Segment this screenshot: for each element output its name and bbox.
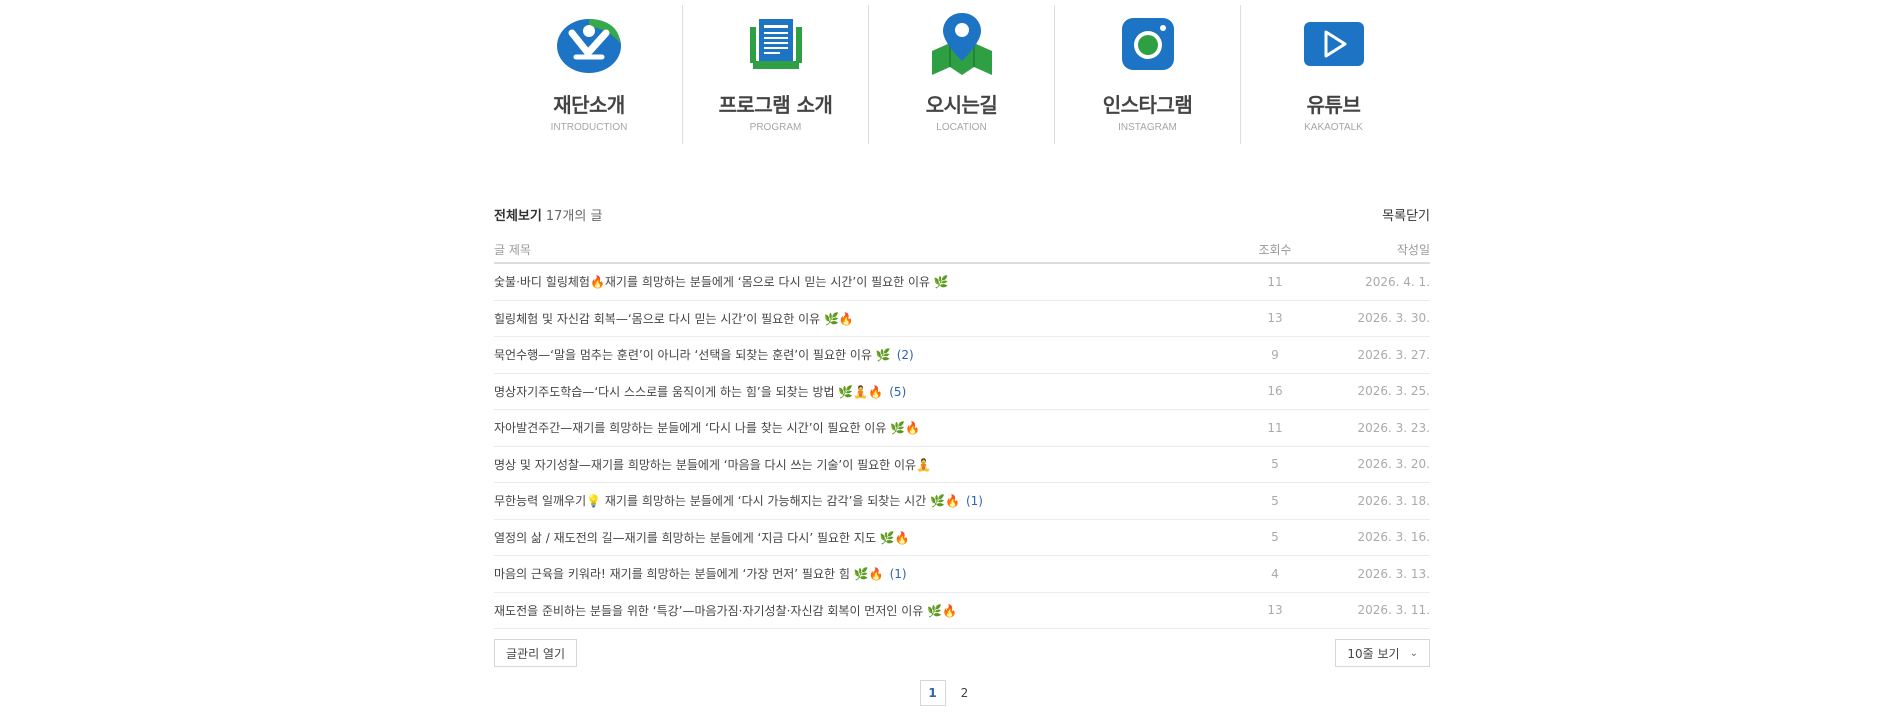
- post-count: 17개의 글: [545, 208, 603, 224]
- pagination: 1 2: [0, 680, 1897, 706]
- post-title-link[interactable]: 재도전을 준비하는 분들을 위한 ‘특강’—마음가짐·자기성찰·자신감 회복이 …: [494, 602, 1230, 619]
- post-views: 4: [1271, 566, 1279, 581]
- post-title-link[interactable]: 힐링체험 및 자신감 회복—‘몸으로 다시 믿는 시간’이 필요한 이유 🌿🔥: [494, 310, 1230, 327]
- post-row: 열정의 삶 / 재도전의 길—재기를 희망하는 분들에게 ‘지금 다시’ 필요한…: [494, 520, 1430, 556]
- post-row: 숯불·바디 힐링체험🔥재기를 희망하는 분들에게 ‘몸으로 다시 믿는 시간’이…: [494, 264, 1430, 301]
- post-title: 재도전을 준비하는 분들을 위한 ‘특강’—마음가짐·자기성찰·자신감 회복이 …: [494, 603, 958, 618]
- post-title-link[interactable]: 명상자기주도학습—‘다시 스스로를 움직이게 하는 힘’을 되찾는 방법 🌿🧘🔥…: [494, 383, 1230, 400]
- rows-per-page-select[interactable]: 10줄 보기 ⌄: [1335, 639, 1430, 667]
- post-date: 2026. 3. 16.: [1357, 530, 1430, 545]
- post-title-link[interactable]: 무한능력 일깨우기💡 재기를 희망하는 분들에게 ‘다시 가능해지는 감각’을 …: [494, 492, 1230, 509]
- post-board: 전체보기 17개의 글 목록닫기 글 제목 조회수 작성일 숯불·바디 힐링체험🔥…: [494, 204, 1430, 667]
- post-row: 자아발견주간—재기를 희망하는 분들에게 ‘다시 나를 찾는 시간’이 필요한 …: [494, 410, 1430, 447]
- menu-item-introduction[interactable]: 재단소개 INTRODUCTION: [496, 5, 682, 144]
- post-row: 재도전을 준비하는 분들을 위한 ‘특강’—마음가짐·자기성찰·자신감 회복이 …: [494, 593, 1430, 629]
- post-title: 숯불·바디 힐링체험🔥재기를 희망하는 분들에게 ‘몸으로 다시 믿는 시간’이…: [494, 275, 949, 290]
- post-title: 명상자기주도학습—‘다시 스스로를 움직이게 하는 힘’을 되찾는 방법 🌿🧘🔥: [494, 384, 884, 399]
- post-title-link[interactable]: 묵언수행—‘말을 멈추는 훈련’이 아니라 ‘선택을 되찾는 훈련’이 필요한 …: [494, 346, 1230, 363]
- post-title-link[interactable]: 숯불·바디 힐링체험🔥재기를 희망하는 분들에게 ‘몸으로 다시 믿는 시간’이…: [494, 273, 1230, 290]
- introduction-icon: [554, 9, 624, 79]
- menu-title: 오시는길: [925, 93, 998, 117]
- page-button-current[interactable]: 1: [919, 680, 946, 706]
- top-menu: 재단소개 INTRODUCTION 프로그램 소개 PROGRAM 오시는길 L…: [496, 5, 1428, 144]
- post-row: 마음의 근육을 키워라! 재기를 희망하는 분들에게 ‘가장 먼저’ 필요한 힘…: [494, 556, 1430, 593]
- chevron-down-icon: ⌄: [1409, 647, 1418, 659]
- column-views: 조회수: [1258, 242, 1292, 257]
- comment-count[interactable]: (1): [890, 567, 907, 581]
- post-views: 13: [1267, 311, 1283, 326]
- post-date: 2026. 3. 18.: [1357, 493, 1430, 508]
- comment-count[interactable]: (2): [897, 348, 914, 362]
- post-views: 5: [1271, 457, 1279, 472]
- post-date: 2026. 3. 23.: [1357, 420, 1430, 435]
- post-date: 2026. 3. 11.: [1357, 603, 1430, 618]
- play-icon: [1299, 9, 1369, 79]
- post-title: 힐링체험 및 자신감 회복—‘몸으로 다시 믿는 시간’이 필요한 이유 🌿🔥: [494, 311, 854, 326]
- post-date: 2026. 3. 25.: [1357, 384, 1430, 399]
- menu-item-youtube[interactable]: 유튜브 KAKAOTALK: [1240, 5, 1426, 144]
- post-row: 명상 및 자기성찰—재기를 희망하는 분들에게 ‘마음을 다시 쓰는 기술’이 …: [494, 447, 1430, 483]
- comment-count[interactable]: (1): [966, 494, 983, 508]
- menu-subtitle: INTRODUCTION: [550, 122, 628, 133]
- post-views: 16: [1267, 384, 1283, 399]
- board-summary: 전체보기 17개의 글: [494, 205, 602, 224]
- post-title: 자아발견주간—재기를 희망하는 분들에게 ‘다시 나를 찾는 시간’이 필요한 …: [494, 421, 921, 436]
- post-views: 13: [1267, 603, 1283, 618]
- post-row: 명상자기주도학습—‘다시 스스로를 움직이게 하는 힘’을 되찾는 방법 🌿🧘🔥…: [494, 374, 1430, 410]
- post-row: 힐링체험 및 자신감 회복—‘몸으로 다시 믿는 시간’이 필요한 이유 🌿🔥 …: [494, 301, 1430, 337]
- menu-title: 재단소개: [553, 93, 625, 117]
- menu-subtitle: LOCATION: [936, 122, 987, 133]
- menu-subtitle: KAKAOTALK: [1304, 122, 1363, 133]
- menu-title: 유튜브: [1306, 93, 1361, 117]
- post-title-link[interactable]: 자아발견주간—재기를 희망하는 분들에게 ‘다시 나를 찾는 시간’이 필요한 …: [494, 419, 1230, 436]
- menu-item-location[interactable]: 오시는길 LOCATION: [868, 5, 1054, 144]
- post-date: 2026. 3. 13.: [1357, 566, 1430, 581]
- menu-title: 프로그램 소개: [718, 93, 833, 117]
- post-row: 무한능력 일깨우기💡 재기를 희망하는 분들에게 ‘다시 가능해지는 감각’을 …: [494, 483, 1430, 520]
- post-title-link[interactable]: 마음의 근육을 키워라! 재기를 희망하는 분들에게 ‘가장 먼저’ 필요한 힘…: [494, 565, 1230, 582]
- menu-title: 인스타그램: [1102, 93, 1193, 117]
- post-date: 2026. 3. 27.: [1357, 347, 1430, 362]
- rows-per-page-label: 10줄 보기: [1347, 646, 1400, 661]
- post-title: 묵언수행—‘말을 멈추는 훈련’이 아니라 ‘선택을 되찾는 훈련’이 필요한 …: [494, 348, 891, 363]
- post-date: 2026. 3. 20.: [1357, 457, 1430, 472]
- close-list-button[interactable]: 목록닫기: [1382, 205, 1430, 224]
- board-footer: 글관리 열기 10줄 보기 ⌄: [494, 639, 1430, 667]
- map-pin-icon: [927, 9, 997, 79]
- post-title: 명상 및 자기성찰—재기를 희망하는 분들에게 ‘마음을 다시 쓰는 기술’이 …: [494, 457, 932, 472]
- post-title-link[interactable]: 명상 및 자기성찰—재기를 희망하는 분들에게 ‘마음을 다시 쓰는 기술’이 …: [494, 456, 1230, 473]
- post-title: 무한능력 일깨우기💡 재기를 희망하는 분들에게 ‘다시 가능해지는 감각’을 …: [494, 494, 960, 509]
- post-views: 5: [1271, 530, 1279, 545]
- column-date: 작성일: [1396, 242, 1430, 257]
- comment-count[interactable]: (5): [889, 385, 906, 399]
- document-icon: [741, 9, 811, 79]
- post-row: 묵언수행—‘말을 멈추는 훈련’이 아니라 ‘선택을 되찾는 훈련’이 필요한 …: [494, 337, 1430, 374]
- post-views: 11: [1267, 420, 1283, 435]
- column-title: 글 제목: [494, 242, 531, 257]
- menu-item-instagram[interactable]: 인스타그램 INSTAGRAM: [1054, 5, 1240, 144]
- manage-posts-button[interactable]: 글관리 열기: [494, 639, 578, 667]
- post-title: 열정의 삶 / 재도전의 길—재기를 희망하는 분들에게 ‘지금 다시’ 필요한…: [494, 530, 910, 545]
- post-views: 5: [1271, 493, 1279, 508]
- post-views: 9: [1271, 347, 1279, 362]
- menu-item-program[interactable]: 프로그램 소개 PROGRAM: [682, 5, 868, 144]
- menu-subtitle: PROGRAM: [749, 122, 802, 133]
- post-views: 11: [1267, 274, 1283, 289]
- instagram-icon: [1113, 9, 1183, 79]
- post-date: 2026. 4. 1.: [1365, 274, 1430, 289]
- column-header: 글 제목 조회수 작성일: [494, 236, 1430, 264]
- post-title: 마음의 근육을 키워라! 재기를 희망하는 분들에게 ‘가장 먼저’ 필요한 힘…: [494, 567, 884, 582]
- post-list: 숯불·바디 힐링체험🔥재기를 희망하는 분들에게 ‘몸으로 다시 믿는 시간’이…: [494, 264, 1430, 629]
- page-button[interactable]: 2: [952, 680, 978, 706]
- post-title-link[interactable]: 열정의 삶 / 재도전의 길—재기를 희망하는 분들에게 ‘지금 다시’ 필요한…: [494, 529, 1230, 546]
- board-header: 전체보기 17개의 글 목록닫기: [494, 204, 1430, 224]
- post-date: 2026. 3. 30.: [1357, 311, 1430, 326]
- menu-subtitle: INSTAGRAM: [1118, 122, 1177, 133]
- view-all-label[interactable]: 전체보기: [494, 209, 542, 224]
